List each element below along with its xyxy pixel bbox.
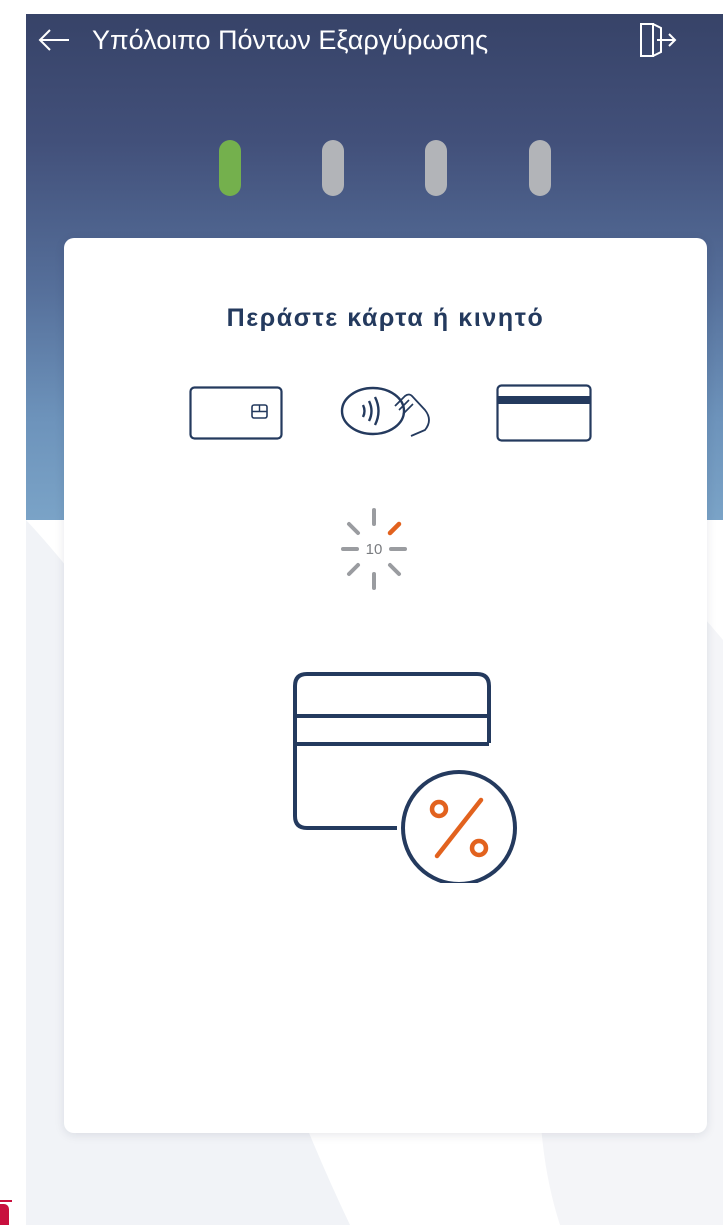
card-prompt: Περάστε κάρτα ή κινητό (226, 304, 545, 332)
page-title: Υπόλοιπο Πόντων Εξαργύρωσης (92, 25, 489, 55)
step-indicator-2 (322, 140, 344, 196)
step-indicator-3 (425, 140, 447, 196)
payment-card-panel: Περάστε κάρτα ή κινητό 10 (64, 238, 707, 1133)
logout-door-icon (640, 23, 677, 57)
chip-card-icon (189, 386, 283, 445)
countdown-spinner: 10 (341, 506, 407, 597)
back-button[interactable] (34, 22, 74, 58)
arrow-left-icon (38, 29, 69, 51)
exit-button[interactable] (632, 22, 682, 58)
bottom-accent-marker (0, 1204, 9, 1225)
bottom-accent-line (0, 1200, 12, 1202)
countdown-value: 10 (366, 541, 383, 558)
magstripe-card-icon (496, 384, 592, 447)
loyalty-card-percent-icon (289, 668, 524, 888)
progress-steps (0, 140, 723, 196)
step-indicator-4 (529, 140, 551, 196)
contactless-icon (339, 384, 435, 443)
step-indicator-1 (219, 140, 241, 196)
